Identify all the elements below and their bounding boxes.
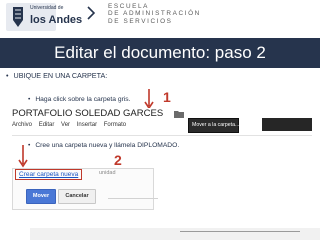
faded-text: unidad [99,170,116,176]
bullet-main: • UBIQUE EN UNA CARPETA: [6,71,107,80]
bullet-sub-1-text: Haga click sobre la carpeta gris. [35,96,131,103]
divider [12,135,312,136]
arrow-down-icon [18,145,28,168]
divider [108,198,158,199]
menu-editar[interactable]: Editar [39,122,55,128]
bullet-sub-2-text: Cree una carpeta nueva y llámela DIPLOMA… [35,142,180,149]
slide-title: Editar el documento: paso 2 [54,43,266,62]
slide-header: Universidad de los Andes ESCUELA DE ADMI… [0,0,320,36]
bullet-sub-1: • Haga click sobre la carpeta gris. [28,96,131,103]
school-line-3: DE SERVICIOS [108,17,173,25]
title-bar: Editar el documento: paso 2 [0,38,320,68]
bullet-dot: • [28,142,31,149]
logo-university-text: Universidad de [30,5,64,11]
menu-ver[interactable]: Ver [61,122,70,128]
arrow-down-icon [144,89,154,110]
document-title[interactable]: PORTAFOLIO SOLEDAD GARCES [12,108,163,119]
bullet-sub-2: • Cree una carpeta nueva y llámela DIPLOM… [28,142,179,149]
menubar: Archivo Editar Ver Insertar Formato [12,122,131,128]
cancel-button-label: Cancelar [65,193,89,199]
move-button-label: Mover [32,193,50,199]
move-to-folder-button[interactable]: Mover a la carpeta... [188,118,239,133]
bullet-dot: • [28,96,31,103]
school-name: ESCUELA DE ADMINISTRACIÓN DE SERVICIOS [108,3,201,25]
folder-icon[interactable] [174,110,184,118]
logo-name-text: los Andes [30,14,83,26]
move-button[interactable]: Mover [26,189,56,204]
bullet-main-text: UBIQUE EN UNA CARPETA: [13,71,108,80]
footer-line [180,231,300,232]
move-to-folder-label: Mover a la carpeta... [192,122,240,128]
drive-menubar-screenshot: PORTAFOLIO SOLEDAD GARCES Archivo Editar… [12,108,312,136]
menu-insertar[interactable]: Insertar [77,122,97,128]
toolbar-dark-strip [262,118,312,131]
menu-archivo[interactable]: Archivo [12,122,32,128]
school-line-2: DE ADMINISTRACIÓN [108,10,201,18]
create-folder-link[interactable]: Crear carpeta nueva [15,169,83,180]
chevron-right-icon [87,6,95,20]
step-number-1: 1 [163,89,171,105]
move-dialog-screenshot: Crear carpeta nueva unidad Mover Cancela… [12,168,154,210]
menu-formato[interactable]: Formato [104,122,126,128]
step-number-2: 2 [114,152,122,168]
crest-icon [13,7,23,27]
footer-bar [30,228,320,240]
bullet-dot: • [6,71,9,80]
cancel-button[interactable]: Cancelar [58,189,96,204]
